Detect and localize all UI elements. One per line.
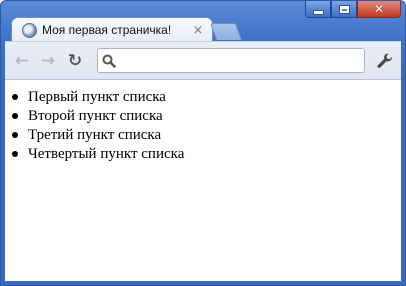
list-item-text: Четвертый пункт списка [28, 146, 185, 162]
tab-title: Моя первая страничка! [42, 23, 172, 37]
list-item-text: Первый пункт списка [28, 89, 166, 105]
list-item-text: Третий пункт списка [28, 127, 162, 143]
bullet-icon [12, 113, 18, 119]
maximize-button[interactable] [331, 1, 357, 18]
list-item-text: Второй пункт списка [28, 108, 163, 124]
bullet-icon [12, 94, 18, 100]
page-content: Первый пункт списка Второй пункт списка … [5, 79, 401, 281]
list-item: Первый пункт списка [10, 88, 184, 107]
reload-icon[interactable]: ↻ [65, 51, 85, 71]
toolbar: ← → ↻ [5, 41, 401, 79]
new-tab-button[interactable] [209, 23, 243, 40]
close-icon: ✕ [373, 2, 385, 16]
minimize-button[interactable] [305, 1, 331, 18]
globe-icon [22, 22, 37, 38]
tab-close-icon[interactable]: × [190, 23, 206, 38]
wrench-icon[interactable] [375, 51, 395, 71]
bullet-icon [12, 151, 18, 157]
address-bar[interactable] [97, 48, 365, 73]
search-icon [98, 54, 120, 68]
close-window-button[interactable]: ✕ [357, 1, 401, 18]
back-arrow-icon[interactable]: ← [12, 51, 32, 71]
maximize-icon [339, 5, 349, 13]
window-controls: ✕ [305, 1, 401, 19]
tab-active[interactable]: Моя первая страничка! × [11, 17, 213, 42]
list-item: Второй пункт списка [10, 107, 184, 126]
minimize-icon [313, 10, 323, 14]
bullet-icon [12, 132, 18, 138]
list-item: Третий пункт списка [10, 126, 184, 145]
address-input[interactable] [120, 50, 364, 71]
bullet-list: Первый пункт списка Второй пункт списка … [10, 88, 184, 164]
title-bar: ✕ Моя первая страничка! × [1, 1, 405, 42]
list-item: Четвертый пункт списка [10, 145, 184, 164]
forward-arrow-icon[interactable]: → [38, 51, 58, 71]
browser-window: ✕ Моя первая страничка! × ← → ↻ Первый п… [0, 0, 406, 286]
